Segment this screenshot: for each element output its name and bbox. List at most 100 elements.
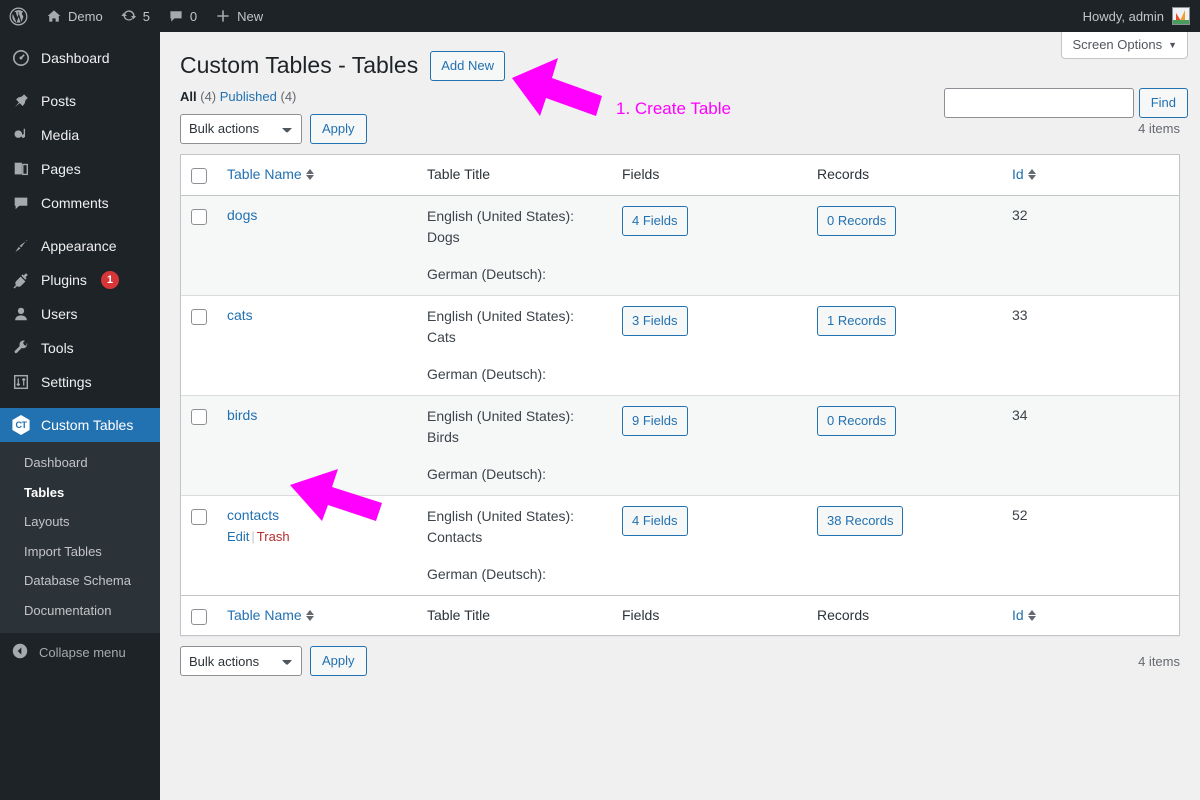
updates-button[interactable]: 5	[112, 0, 159, 32]
table-name-link[interactable]: birds	[227, 407, 257, 423]
submenu-item-documentation[interactable]: Documentation	[0, 596, 160, 626]
settings-icon	[11, 372, 31, 392]
add-new-button[interactable]: Add New	[430, 51, 505, 81]
comments-button[interactable]: 0	[159, 0, 206, 32]
sidebar-item-appearance[interactable]: Appearance	[0, 229, 160, 263]
fields-button[interactable]: 4 Fields	[622, 205, 688, 237]
column-label: Records	[817, 606, 870, 623]
filter-published-link[interactable]: Published	[220, 89, 277, 104]
bulk-actions-select-bottom[interactable]: Bulk actions	[180, 646, 302, 677]
howdy-label: Howdy, admin	[1082, 8, 1164, 24]
sidebar-item-comments[interactable]: Comments	[0, 186, 160, 220]
column-header-id[interactable]: Id	[1002, 155, 1179, 196]
submenu-item-layouts[interactable]: Layouts	[0, 507, 160, 537]
comments-count: 0	[189, 8, 198, 24]
table-name-link[interactable]: dogs	[227, 207, 257, 223]
row-fields-cell: 9 Fields	[612, 394, 807, 495]
row-name-cell: dogs Edit|Trash	[217, 196, 417, 295]
apply-button-bottom[interactable]: Apply	[310, 646, 367, 677]
sort-table-name-link-bottom[interactable]: Table Name	[227, 606, 314, 626]
records-button[interactable]: 1 Records	[817, 305, 897, 337]
main-content: Screen Options ▼ Custom Tables - Tables …	[160, 32, 1200, 800]
submenu-item-tables[interactable]: Tables	[0, 478, 160, 508]
select-all-checkbox-top[interactable]	[191, 168, 207, 185]
row-checkbox[interactable]	[191, 208, 207, 225]
page-header: Custom Tables - Tables Add New	[180, 42, 1180, 81]
plug-icon	[11, 270, 31, 290]
sort-id-link-bottom[interactable]: Id	[1012, 606, 1036, 626]
submenu-item-import-tables[interactable]: Import Tables	[0, 537, 160, 567]
column-footer-records: Records	[807, 594, 1002, 636]
sidebar-item-label: Comments	[41, 195, 109, 211]
column-label: Id	[1012, 606, 1024, 623]
sort-table-name-link[interactable]: Table Name	[227, 165, 314, 185]
admin-bar-account[interactable]: Howdy, admin	[1083, 0, 1200, 32]
sidebar-item-custom-tables[interactable]: CT Custom Tables	[0, 408, 160, 442]
table-row: cats Edit|Trash English (United States):…	[181, 294, 1179, 395]
custom-tables-submenu: Dashboard Tables Layouts Import Tables D…	[0, 442, 160, 633]
records-button[interactable]: 0 Records	[817, 205, 897, 237]
column-footer-table-title: Table Title	[417, 594, 612, 636]
row-select-cell	[181, 294, 217, 395]
sidebar-item-users[interactable]: Users	[0, 297, 160, 331]
site-name-button[interactable]: Demo	[37, 0, 112, 32]
title-locale-line: German (Deutsch):	[427, 365, 547, 382]
column-label: Table Title	[427, 165, 491, 182]
user-icon	[11, 304, 31, 324]
pages-icon	[11, 159, 31, 179]
page-wrap: Custom Tables - Tables Add New All (4) P…	[160, 32, 1200, 677]
wordpress-logo-button[interactable]	[0, 0, 37, 32]
submenu-item-database-schema[interactable]: Database Schema	[0, 566, 160, 596]
column-label: Records	[817, 165, 870, 182]
sidebar-item-settings[interactable]: Settings	[0, 365, 160, 399]
edit-link[interactable]: Edit	[227, 529, 249, 544]
admin-sidebar-menu: Dashboard Posts Media Pages Comments App…	[0, 32, 160, 800]
column-footer-table-name[interactable]: Table Name	[217, 594, 417, 636]
sort-id-link[interactable]: Id	[1012, 165, 1036, 185]
filter-all-link[interactable]: All	[180, 89, 197, 104]
title-locale-line: English (United States):	[427, 507, 575, 524]
row-name-cell: contacts Edit | Trash	[217, 494, 417, 595]
sort-indicator-icon	[1027, 169, 1036, 181]
sidebar-item-label: Media	[41, 127, 80, 143]
submenu-item-dashboard[interactable]: Dashboard	[0, 448, 160, 478]
sidebar-item-media[interactable]: Media	[0, 118, 160, 152]
bulk-actions-select-top[interactable]: Bulk actions	[180, 113, 302, 144]
row-select-cell	[181, 394, 217, 495]
row-checkbox[interactable]	[191, 408, 207, 425]
filter-published[interactable]: Published (4)	[220, 89, 297, 104]
row-checkbox[interactable]	[191, 308, 207, 325]
sidebar-item-plugins[interactable]: Plugins 1	[0, 263, 160, 297]
records-button[interactable]: 0 Records	[817, 405, 897, 437]
sidebar-item-dashboard[interactable]: Dashboard	[0, 41, 160, 75]
table-name-link[interactable]: cats	[227, 307, 253, 323]
row-checkbox[interactable]	[191, 508, 207, 525]
row-records-cell: 0 Records	[807, 394, 1002, 495]
sidebar-item-tools[interactable]: Tools	[0, 331, 160, 365]
select-all-checkbox-bottom[interactable]	[191, 608, 207, 625]
column-footer-fields: Fields	[612, 594, 807, 636]
fields-button[interactable]: 9 Fields	[622, 405, 688, 437]
sidebar-item-pages[interactable]: Pages	[0, 152, 160, 186]
updates-icon	[121, 8, 137, 24]
table-name-link[interactable]: contacts	[227, 507, 279, 523]
sidebar-item-posts[interactable]: Posts	[0, 84, 160, 118]
fields-button[interactable]: 3 Fields	[622, 305, 688, 337]
apply-button-top[interactable]: Apply	[310, 113, 367, 144]
trash-link[interactable]: Trash	[257, 529, 290, 544]
column-label: Fields	[622, 606, 660, 623]
row-id-cell: 52	[1002, 494, 1179, 595]
table-row: contacts Edit | Trash English (United Stat…	[181, 494, 1179, 595]
fields-button[interactable]: 4 Fields	[622, 505, 688, 537]
new-content-button[interactable]: New	[206, 0, 272, 32]
row-id-cell: 34	[1002, 394, 1179, 495]
filter-all[interactable]: All (4)	[180, 89, 216, 104]
column-label: Table Title	[427, 606, 491, 623]
row-records-cell: 1 Records	[807, 294, 1002, 395]
column-header-table-name[interactable]: Table Name	[217, 155, 417, 196]
site-name-label: Demo	[68, 8, 103, 24]
records-button[interactable]: 38 Records	[817, 505, 904, 537]
column-footer-id[interactable]: Id	[1002, 594, 1179, 636]
sort-indicator-icon	[305, 169, 314, 181]
collapse-menu-button[interactable]: Collapse menu	[0, 635, 160, 669]
